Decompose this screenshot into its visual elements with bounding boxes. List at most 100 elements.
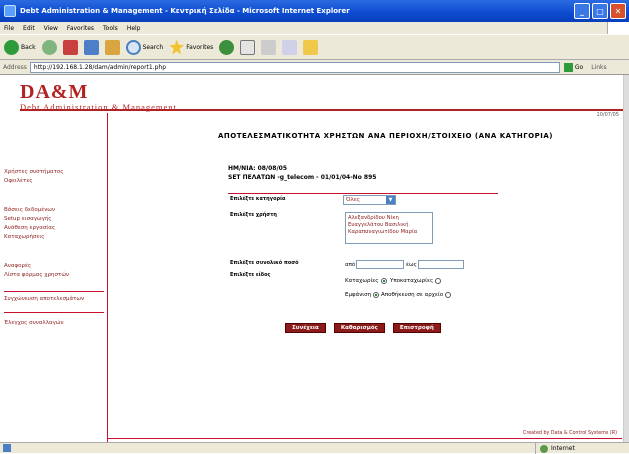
minimize-button[interactable]: _ (574, 3, 590, 19)
address-label: Address (3, 63, 27, 71)
radio-save-file-button[interactable] (445, 292, 452, 298)
footer-credit: Created by Data & Control Systems (R) (522, 431, 617, 436)
back-icon (4, 39, 19, 55)
favorites-label: Favorites (186, 43, 214, 51)
radio-save-file-label: Αποθήκευση σε αρχείο (381, 292, 444, 298)
sidebar-item-databases[interactable]: Βάσεις δεδομένων (4, 207, 55, 213)
radio-subentries[interactable]: Υποκαταχωρίες (390, 278, 442, 284)
windows-logo-icon (607, 22, 629, 34)
user-option[interactable]: Ευαγγελάτου Βασιλική (348, 222, 430, 229)
sidebar-item-reports[interactable]: Αναφορές (4, 263, 31, 269)
home-button[interactable] (104, 39, 120, 55)
address-bar: Address http://192.168.1.28/dam/admin/re… (0, 60, 629, 75)
favorites-button[interactable]: Favorites (169, 39, 214, 55)
type-label: Επιλέξτε είδος (230, 272, 271, 278)
clear-button[interactable]: Καθαρισμός (333, 323, 385, 333)
links-button[interactable]: Links (591, 64, 606, 71)
submit-button[interactable]: Συνέχεια (285, 323, 326, 333)
address-input[interactable]: http://192.168.1.28/dam/admin/report1.ph… (29, 61, 560, 73)
radio-display-button[interactable] (373, 292, 380, 298)
radio-entries[interactable]: Καταχωρίες (345, 278, 387, 284)
chevron-down-icon[interactable]: ▼ (386, 196, 395, 204)
window-titlebar: Debt Administration & Management - Κεντρ… (0, 0, 629, 22)
edit-button[interactable] (282, 39, 298, 55)
edit-icon (282, 39, 298, 55)
sidebar-item-transaction-check[interactable]: Έλεγχος συναλλαγών (4, 320, 64, 326)
radio-entries-button[interactable] (380, 278, 387, 284)
home-icon (104, 39, 120, 55)
forward-button[interactable] (41, 39, 57, 55)
sidebar-divider (4, 291, 104, 292)
search-button[interactable]: Search (125, 39, 163, 55)
refresh-icon (83, 39, 99, 55)
menu-bar: File Edit View Favorites Tools Help (0, 22, 629, 34)
menu-edit[interactable]: Edit (23, 25, 35, 32)
star-icon (169, 39, 185, 55)
sidebar-divider (4, 312, 104, 313)
go-button[interactable]: Go (563, 62, 584, 72)
radio-entries-label: Καταχωρίες (345, 278, 379, 284)
maximize-button[interactable]: □ (592, 3, 608, 19)
amount-label: Επιλέξτε συνολικό ποσό (230, 260, 299, 266)
amount-from-label: από (345, 262, 356, 268)
sidebar-item-users[interactable]: Χρήστες συστήματος (4, 169, 63, 175)
header-divider (20, 109, 623, 111)
user-option[interactable]: Καραπαναγιωτίδου Μαρία (348, 229, 430, 236)
mail-icon (240, 39, 256, 55)
category-label: Επιλέξτε κατηγορία (230, 196, 286, 202)
search-icon (125, 39, 141, 55)
window-title: Debt Administration & Management - Κεντρ… (20, 7, 350, 15)
users-label: Επιλέξτε χρήστη (230, 212, 277, 218)
media-button[interactable] (219, 39, 235, 55)
refresh-button[interactable] (83, 39, 99, 55)
mail-button[interactable] (240, 39, 256, 55)
menu-help[interactable]: Help (127, 25, 141, 32)
menu-view[interactable]: View (44, 25, 58, 32)
security-zone: Internet (535, 443, 575, 454)
close-button[interactable]: ✕ (610, 3, 626, 19)
report-set: SET ΠΕΛΑΤΩΝ -g_telecom - 01/01/04-No 895 (228, 174, 377, 181)
page-status-icon (3, 444, 11, 452)
radio-save-file[interactable]: Αποθήκευση σε αρχείο (381, 292, 452, 298)
filter-form-top-border (228, 193, 498, 305)
sidebar-item-debtors[interactable]: Οφειλέτες (4, 178, 33, 184)
report-date: ΗΜ/ΝΙΑ: 08/08/05 (228, 165, 288, 172)
vertical-scrollbar[interactable] (624, 75, 629, 442)
ie-icon (4, 5, 16, 17)
menu-favorites[interactable]: Favorites (67, 25, 94, 32)
sidebar-item-import-setup[interactable]: Setup εισαγωγής (4, 216, 52, 222)
radio-subentries-button[interactable] (435, 278, 442, 284)
radio-display[interactable]: Εμφάνιση (345, 292, 380, 298)
action-buttons: Συνέχεια Καθαρισμός Επιστροφή (285, 323, 441, 333)
radio-subentries-label: Υποκαταχωρίες (390, 278, 434, 284)
back-button[interactable]: Back (4, 39, 36, 55)
globe-icon (540, 444, 548, 453)
stop-button[interactable] (62, 39, 78, 55)
category-value: Όλες (346, 197, 360, 203)
go-label: Go (574, 63, 584, 71)
radio-display-label: Εμφάνιση (345, 292, 372, 298)
folder-button[interactable] (303, 39, 319, 55)
users-listbox[interactable]: Αλεξανδρίδου Νίκη Ευαγγελάτου Βασιλική Κ… (345, 212, 433, 244)
report-title: ΑΠΟΤΕΛΕΣΜΑΤΙΚΟΤΗΤΑ ΧΡΗΣΤΩΝ ΑΝΑ ΠΕΡΙΟΧΗ/Σ… (218, 132, 553, 140)
go-arrow-icon (563, 62, 573, 72)
amount-to-label: έως (406, 262, 417, 268)
user-option[interactable]: Αλεξανδρίδου Νίκη (348, 215, 430, 222)
amount-from-input[interactable] (356, 260, 404, 269)
logo-main: DA&M (20, 81, 89, 103)
sidebar-item-merge-results[interactable]: Συγχώνευση αποτελεσμάτων (4, 296, 84, 302)
print-button[interactable] (261, 39, 277, 55)
sidebar-item-task-assignment[interactable]: Ανάθεση εργασίας (4, 225, 55, 231)
toolbar: Back Search Favorites (0, 34, 629, 60)
menu-tools[interactable]: Tools (103, 25, 118, 32)
category-select[interactable]: Όλες ▼ (343, 195, 396, 205)
menu-file[interactable]: File (4, 25, 14, 32)
back-nav-button[interactable]: Επιστροφή (392, 323, 441, 333)
site-logo[interactable]: DA&M Debt Administration & Management (20, 81, 177, 112)
sidebar-item-entries[interactable]: Καταχωρήσεις (4, 234, 44, 240)
amount-to-input[interactable] (418, 260, 464, 269)
header-date: 10/07/05 (596, 112, 619, 118)
back-label: Back (21, 43, 36, 51)
sidebar-item-user-forms[interactable]: Λίστα φόρμας χρηστών (4, 272, 69, 278)
status-bar: Internet (0, 442, 629, 454)
